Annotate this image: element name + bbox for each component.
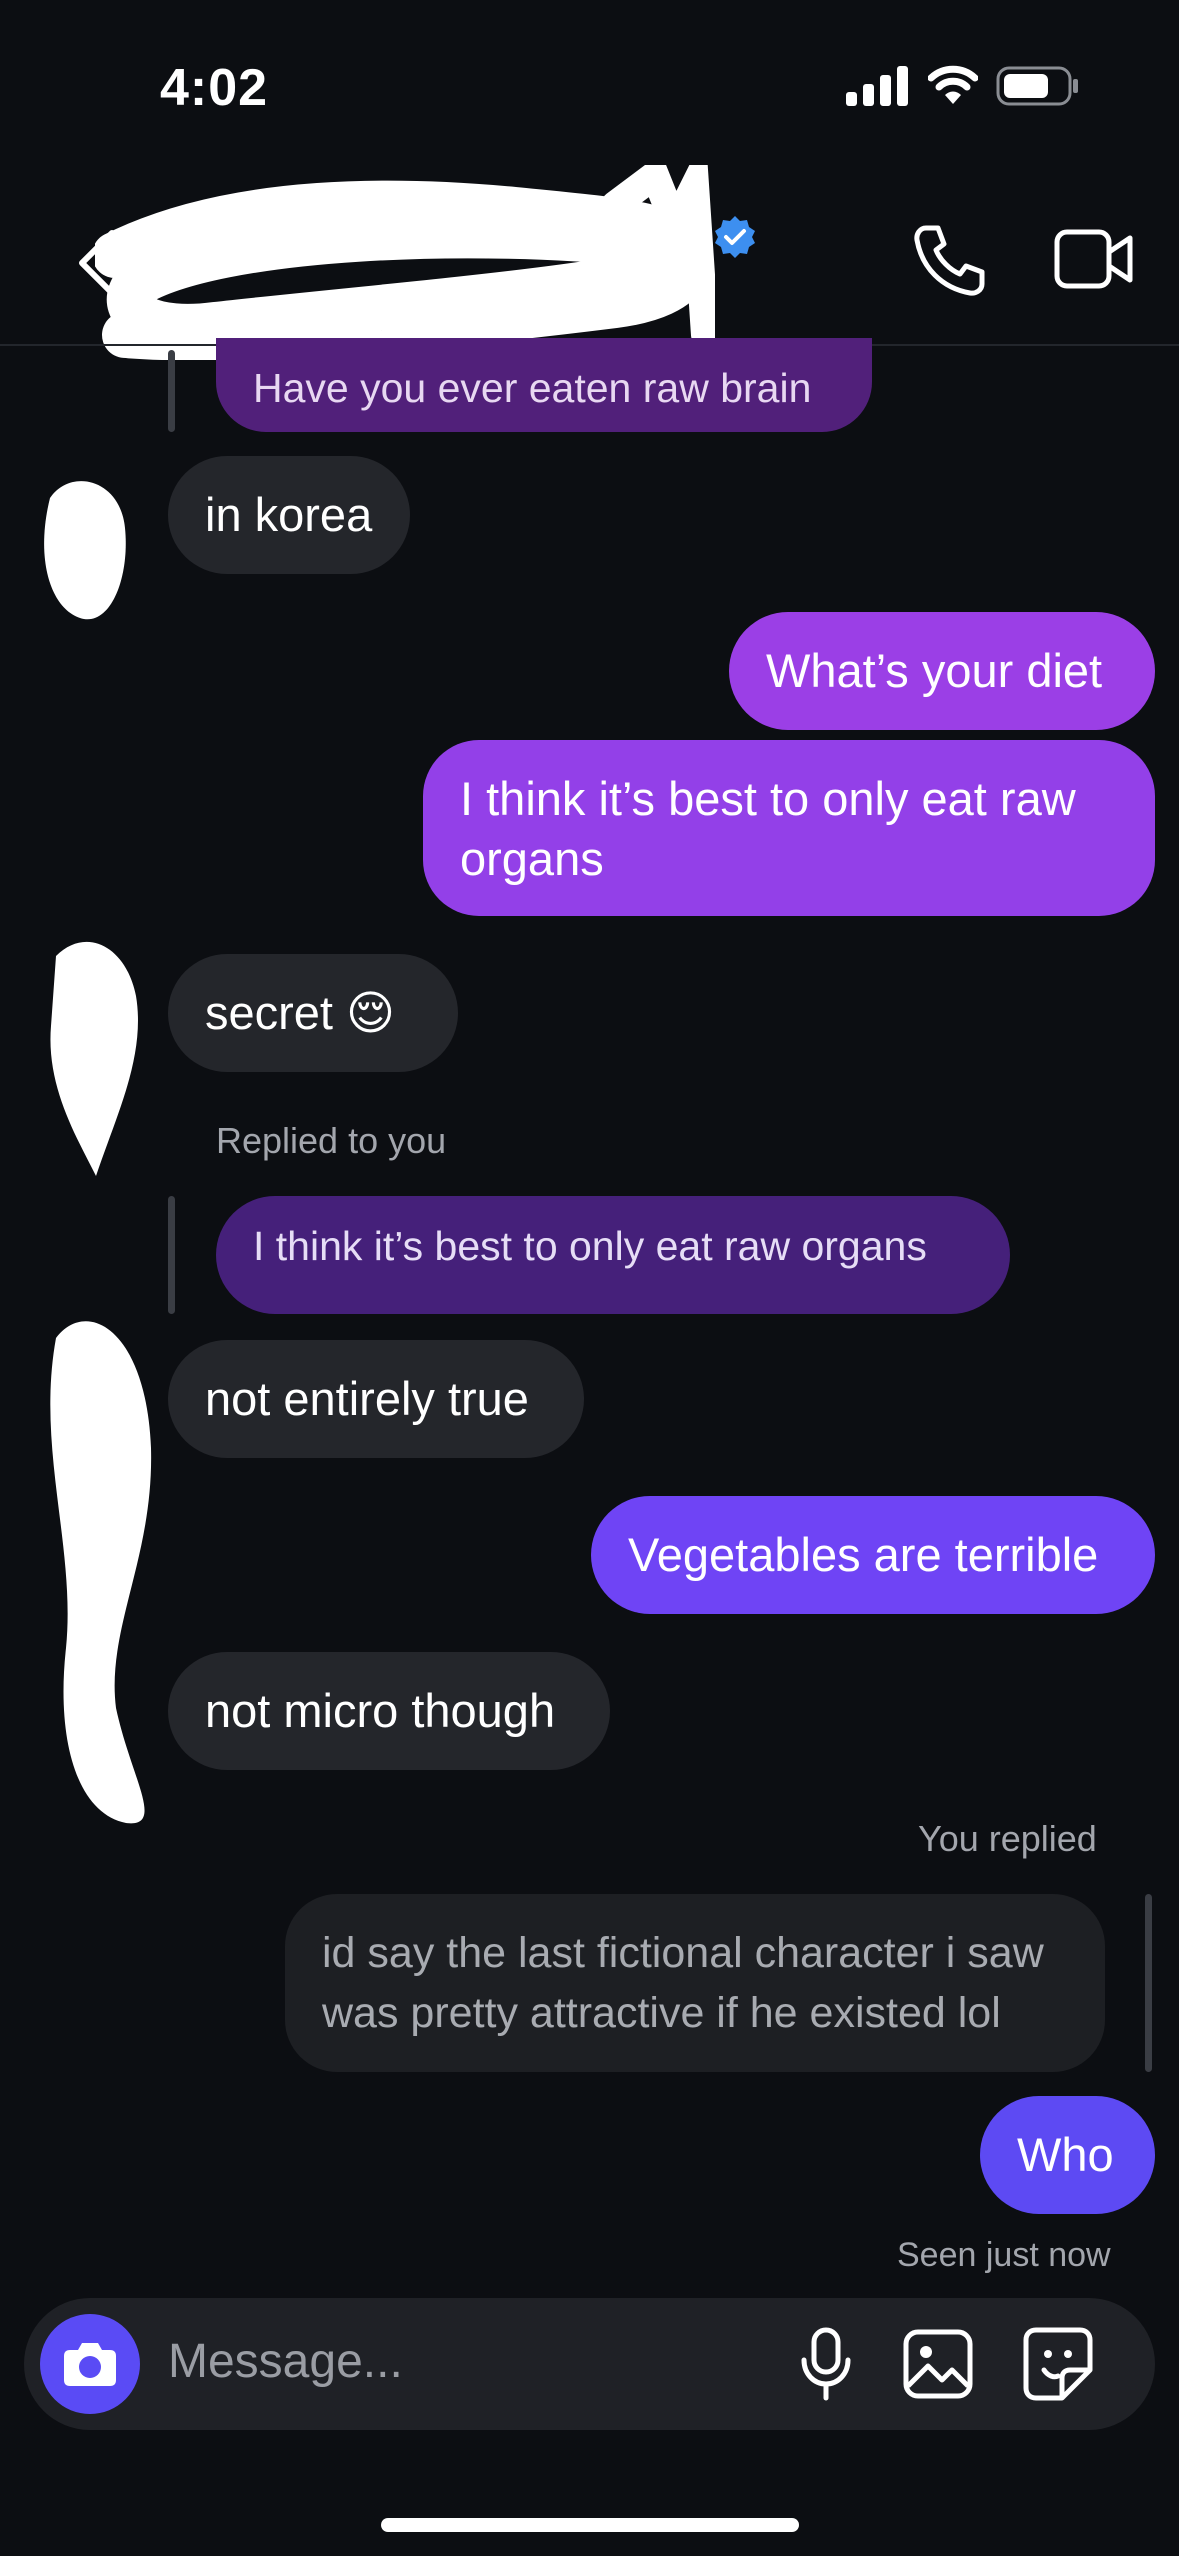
redacted-avatar bbox=[44, 481, 126, 620]
video-icon[interactable] bbox=[1054, 226, 1134, 292]
outgoing-message[interactable]: I think it’s best to only eat raw organs bbox=[423, 740, 1155, 916]
reply-quote-bubble[interactable]: Have you ever eaten raw brain bbox=[216, 338, 872, 432]
incoming-message[interactable]: not micro though bbox=[168, 1652, 610, 1770]
wifi-icon bbox=[928, 65, 978, 104]
reply-indicator bbox=[168, 350, 175, 432]
message-line: id say the last fictional character i sa… bbox=[322, 1929, 1044, 1977]
quoted-message-bubble[interactable]: id say the last fictional character i sa… bbox=[285, 1894, 1105, 2072]
reply-indicator bbox=[168, 1196, 175, 1314]
redacted-contact-name[interactable] bbox=[95, 165, 715, 360]
sticker-icon[interactable] bbox=[1022, 2326, 1094, 2402]
camera-icon bbox=[64, 2343, 116, 2386]
reply-indicator bbox=[1145, 1894, 1152, 2072]
message-line: organs bbox=[460, 832, 604, 885]
phone-icon[interactable] bbox=[912, 222, 988, 298]
status-time: 4:02 bbox=[160, 59, 269, 117]
outgoing-message[interactable]: Vegetables are terrible bbox=[591, 1496, 1155, 1614]
redacted-avatar bbox=[50, 1321, 152, 1824]
message-line: I think it’s best to only eat raw bbox=[460, 772, 1076, 825]
battery-icon bbox=[996, 66, 1078, 106]
camera-button[interactable] bbox=[40, 2314, 140, 2414]
message-input[interactable]: Message... bbox=[168, 2334, 403, 2389]
seen-status: Seen just now bbox=[897, 2236, 1111, 2274]
you-replied-label: You replied bbox=[918, 1818, 1097, 1859]
incoming-message[interactable]: in korea bbox=[168, 456, 410, 574]
reply-quote-bubble[interactable]: I think it’s best to only eat raw organs bbox=[216, 1196, 1010, 1314]
replied-label: Replied to you bbox=[216, 1120, 447, 1161]
home-indicator[interactable] bbox=[381, 2518, 799, 2532]
outgoing-message[interactable]: Who bbox=[980, 2096, 1155, 2214]
verified-icon bbox=[715, 216, 755, 258]
incoming-message[interactable]: not entirely true bbox=[168, 1340, 584, 1458]
outgoing-message[interactable]: What’s your diet bbox=[729, 612, 1155, 730]
message-line: was pretty attractive if he existed lol bbox=[322, 1989, 1001, 2037]
signal-icon bbox=[846, 66, 908, 106]
incoming-message[interactable]: secret 😌 bbox=[168, 954, 458, 1072]
redacted-avatar bbox=[50, 941, 138, 1176]
mic-icon[interactable] bbox=[796, 2326, 856, 2402]
gallery-icon[interactable] bbox=[902, 2328, 974, 2400]
